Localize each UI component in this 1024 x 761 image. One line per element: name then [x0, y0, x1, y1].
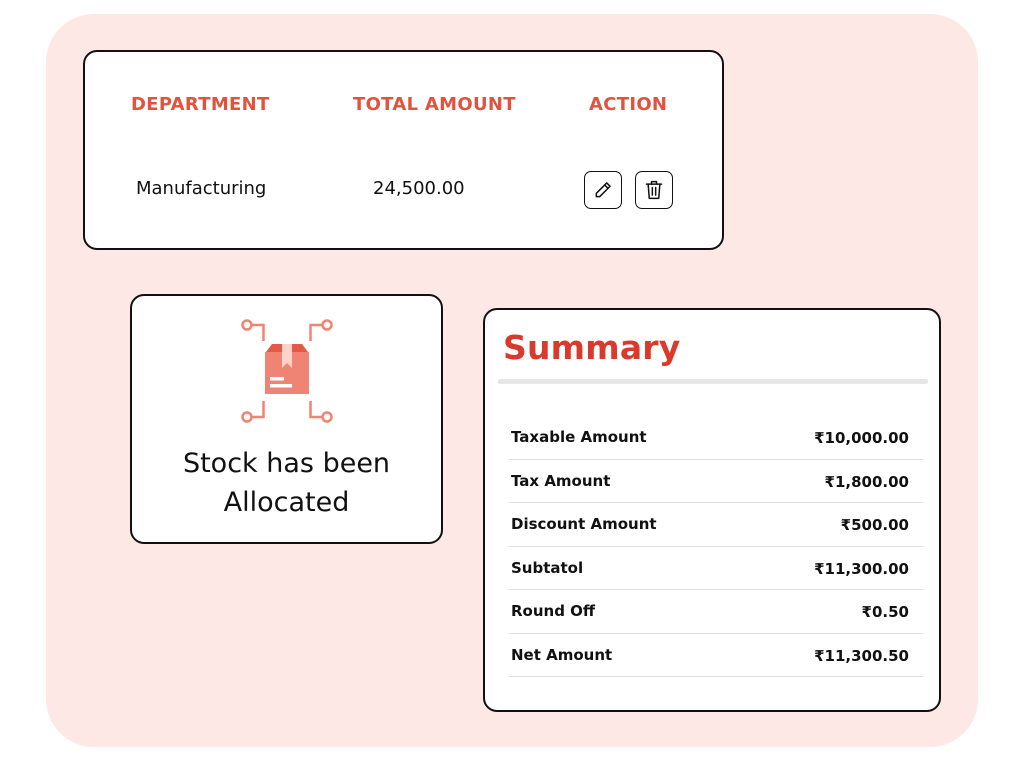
summary-row-value: ₹10,000.00 [814, 429, 909, 447]
summary-row-label: Discount Amount [511, 515, 657, 533]
stock-message-line2: Allocated [223, 487, 350, 518]
summary-row-tax-amount: Tax Amount ₹1,800.00 [509, 460, 923, 503]
stock-allocated-card: Stock has been Allocated [130, 294, 443, 544]
summary-list: Taxable Amount ₹10,000.00 Tax Amount ₹1,… [509, 416, 923, 677]
summary-row-value: ₹11,300.50 [814, 646, 909, 665]
column-header-total-amount: TOTAL AMOUNT [353, 94, 516, 115]
summary-row-value: ₹11,300.00 [814, 559, 909, 578]
summary-row-label: Subtatol [511, 558, 584, 577]
pencil-icon [595, 182, 611, 198]
summary-row-value: ₹0.50 [861, 603, 909, 621]
edit-button[interactable] [584, 171, 622, 209]
summary-row-round-off: Round Off ₹0.50 [509, 590, 923, 634]
summary-row-value: ₹500.00 [840, 516, 909, 534]
summary-row-taxable-amount: Taxable Amount ₹10,000.00 [509, 416, 923, 460]
stock-message: Stock has been Allocated [132, 444, 441, 522]
summary-row-net-amount: Net Amount ₹11,300.50 [509, 634, 923, 677]
cell-total-amount: 24,500.00 [373, 178, 465, 199]
delete-button[interactable] [635, 171, 673, 209]
summary-row-label: Round Off [511, 602, 596, 620]
summary-row-label: Taxable Amount [511, 428, 647, 446]
column-header-action: ACTION [589, 94, 668, 115]
column-header-department: DEPARTMENT [131, 94, 270, 115]
summary-row-discount-amount: Discount Amount ₹500.00 [509, 503, 923, 547]
summary-title: Summary [503, 328, 681, 367]
cell-department: Manufacturing [136, 178, 267, 199]
stock-message-line1: Stock has been [182, 448, 391, 479]
summary-card: Summary Taxable Amount ₹10,000.00 Tax Am… [483, 308, 941, 712]
summary-row-label: Tax Amount [511, 471, 611, 490]
summary-row-value: ₹1,800.00 [824, 472, 909, 491]
package-box-icon [241, 319, 333, 423]
trash-icon [645, 180, 663, 200]
department-table-card: DEPARTMENT TOTAL AMOUNT ACTION Manufactu… [83, 50, 724, 250]
summary-divider [498, 379, 928, 384]
summary-row-label: Net Amount [511, 645, 613, 664]
summary-row-subtotal: Subtatol ₹11,300.00 [509, 547, 923, 590]
